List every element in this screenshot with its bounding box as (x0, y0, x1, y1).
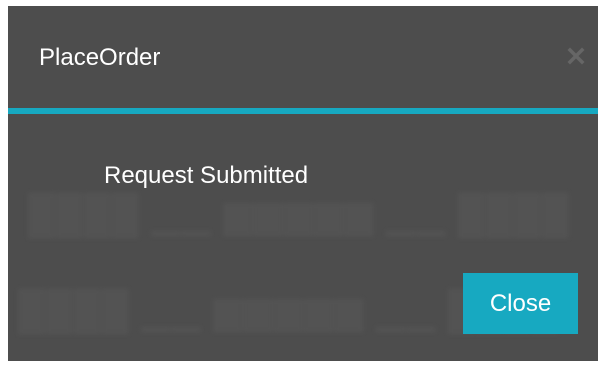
close-x-icon[interactable] (566, 46, 586, 66)
background-watermark-text: ████ ▁▁ ▆▆▆▆▆ ▁▁ ████ (28, 194, 570, 236)
close-button[interactable]: Close (463, 273, 578, 334)
dialog-header: PlaceOrder (8, 6, 598, 108)
header-accent-divider (8, 108, 598, 114)
status-message: Request Submitted (104, 162, 309, 189)
dialog-title: PlaceOrder (39, 44, 161, 71)
place-order-dialog: ████ ▁▁ ▆▆▆▆▆ ▁▁ ████ ████ ▁▁ ▆▆▆▆▆ ▁▁ █… (8, 6, 598, 361)
